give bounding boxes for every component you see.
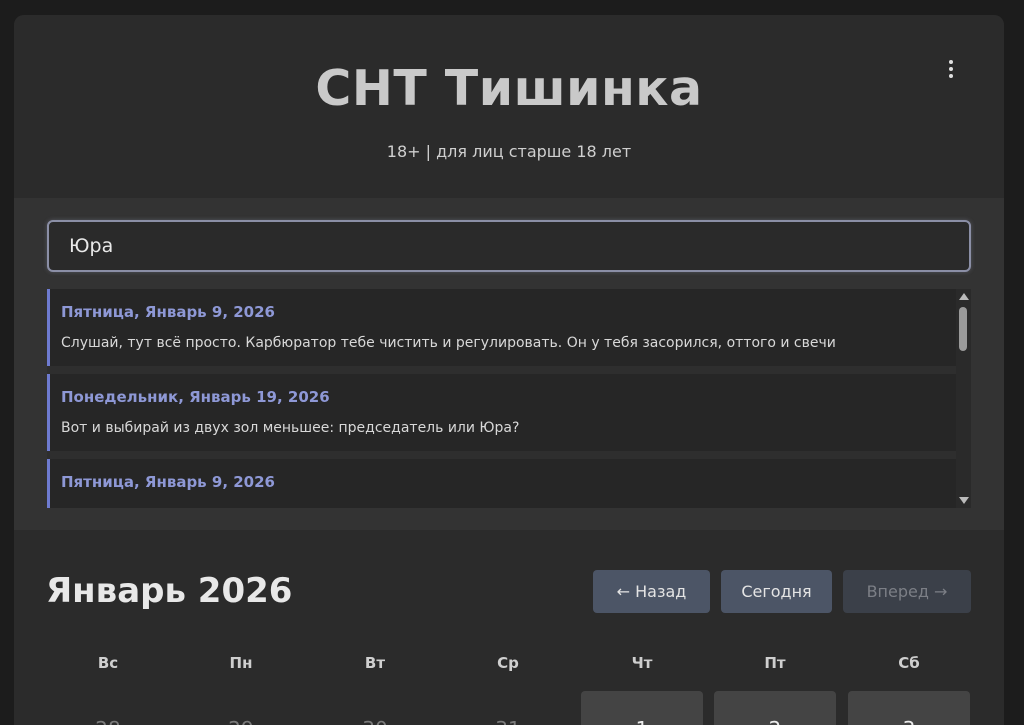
- scroll-thumb[interactable]: [959, 307, 967, 351]
- today-button[interactable]: Сегодня: [721, 570, 832, 613]
- weekday-header: Вс: [97, 654, 119, 672]
- results-scrollbar[interactable]: [956, 289, 971, 508]
- page-title: СНТ Тишинка: [315, 60, 703, 117]
- result-item[interactable]: Пятница, Январь 9, 2026: [47, 459, 956, 508]
- weekday-header: Пт: [764, 654, 786, 672]
- kebab-menu-icon[interactable]: [941, 57, 961, 81]
- result-date: Понедельник, Январь 19, 2026: [61, 388, 330, 406]
- weekday-header: Чт: [631, 654, 653, 672]
- scroll-down-arrow-icon[interactable]: [959, 497, 969, 504]
- app-card: СНТ Тишинка 18+ | для лиц старше 18 лет …: [14, 15, 1004, 725]
- header: СНТ Тишинка 18+ | для лиц старше 18 лет: [14, 15, 1004, 198]
- search-input[interactable]: [47, 220, 971, 272]
- calendar-day: 31: [447, 691, 569, 725]
- result-item[interactable]: Пятница, Январь 9, 2026 Слушай, тут всё …: [47, 289, 956, 366]
- search-section: Пятница, Январь 9, 2026 Слушай, тут всё …: [14, 198, 1004, 530]
- calendar-day[interactable]: 3: [848, 691, 970, 725]
- weekday-header: Сб: [898, 654, 920, 672]
- calendar-day: 30: [314, 691, 436, 725]
- calendar-day[interactable]: 2: [714, 691, 836, 725]
- age-notice: 18+ | для лиц старше 18 лет: [386, 142, 632, 161]
- search-results[interactable]: Пятница, Январь 9, 2026 Слушай, тут всё …: [47, 289, 971, 508]
- calendar-month-title: Январь 2026: [46, 571, 293, 611]
- menu-dot: [949, 67, 953, 71]
- weekday-header: Пн: [229, 654, 253, 672]
- prev-month-button[interactable]: ← Назад: [593, 570, 710, 613]
- result-item[interactable]: Понедельник, Январь 19, 2026 Вот и выбир…: [47, 374, 956, 451]
- calendar-day[interactable]: 1: [581, 691, 703, 725]
- result-text: Слушай, тут всё просто. Карбюратор тебе …: [61, 335, 836, 351]
- calendar-day: 29: [180, 691, 302, 725]
- calendar-day: 28: [47, 691, 169, 725]
- calendar: Январь 2026 ← Назад Сегодня Вперед → Вс …: [14, 531, 1004, 725]
- result-date: Пятница, Январь 9, 2026: [61, 473, 275, 491]
- weekday-header: Ср: [497, 654, 519, 672]
- scroll-up-arrow-icon[interactable]: [959, 293, 969, 300]
- weekday-header: Вт: [364, 654, 386, 672]
- result-date: Пятница, Январь 9, 2026: [61, 303, 275, 321]
- next-month-button[interactable]: Вперед →: [843, 570, 971, 613]
- result-text: Вот и выбирай из двух зол меньшее: предс…: [61, 420, 520, 436]
- menu-dot: [949, 74, 953, 78]
- menu-dot: [949, 60, 953, 64]
